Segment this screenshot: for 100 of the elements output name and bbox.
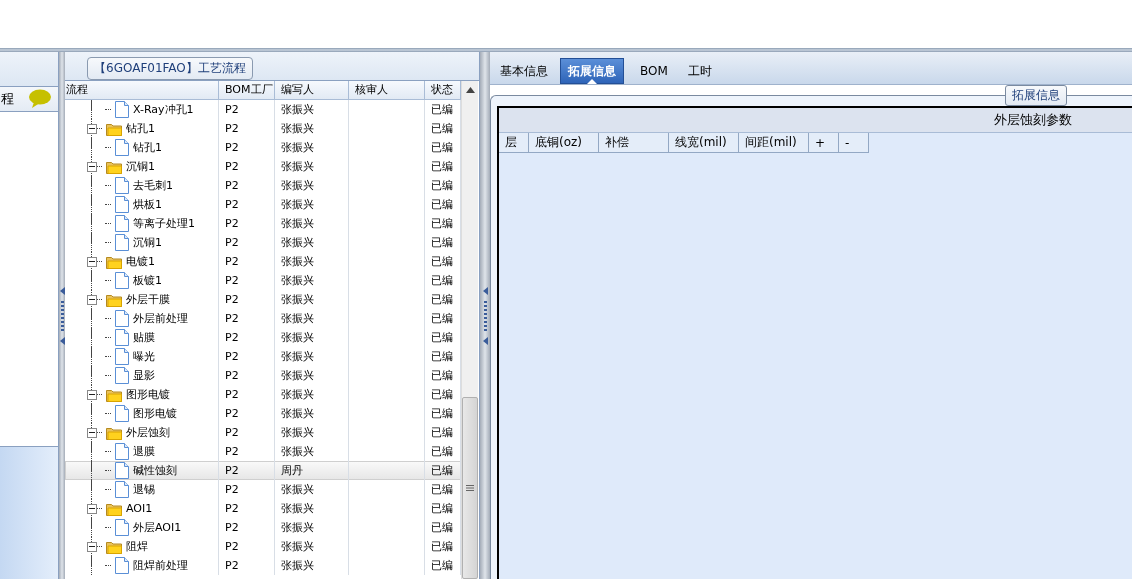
column-header[interactable]: 编写人 <box>275 81 349 99</box>
collapse-toggle[interactable] <box>87 256 97 267</box>
tree-item[interactable]: AOI1 <box>126 502 153 515</box>
collapse-toggle[interactable] <box>87 503 97 514</box>
tree-row[interactable]: 去毛刺1 P2 张振兴 已编 <box>65 176 461 195</box>
column-header[interactable]: BOM工厂 <box>219 81 275 99</box>
document-icon <box>115 177 129 194</box>
tree-item[interactable]: 碱性蚀刻 <box>133 463 177 478</box>
tree-item[interactable]: 沉铜1 <box>133 235 162 250</box>
table-cell-text: 已编 <box>430 482 453 497</box>
tree-item[interactable]: 退膜 <box>133 444 155 459</box>
collapse-toggle[interactable] <box>87 161 97 172</box>
table-cell-text: 已编 <box>430 235 453 250</box>
collapse-toggle[interactable] <box>87 389 97 400</box>
table-cell-text: 已编 <box>430 140 453 155</box>
tree-row[interactable]: 图形电镀 P2 张振兴 已编 <box>65 404 461 423</box>
column-header[interactable]: 补偿 <box>599 133 669 153</box>
tree-item[interactable]: 阻焊前处理 <box>133 558 188 573</box>
tree-row[interactable]: 碱性蚀刻 P2 周丹 已编 <box>65 461 461 480</box>
tree-item[interactable]: 退锡 <box>133 482 155 497</box>
collapse-toggle[interactable] <box>87 294 97 305</box>
tree-item[interactable]: 板镀1 <box>133 273 162 288</box>
tree-item[interactable]: 电镀1 <box>126 254 155 269</box>
tab[interactable]: BOM <box>632 58 676 84</box>
tree-row[interactable]: 钻孔1 P2 张振兴 已编 <box>65 119 461 138</box>
column-header[interactable]: - <box>839 133 869 153</box>
table-cell-text: 已编 <box>430 178 453 193</box>
tree-row[interactable]: 外层前处理 P2 张振兴 已编 <box>65 309 461 328</box>
table-cell-text: P2 <box>224 369 239 382</box>
collapse-toggle[interactable] <box>87 427 97 438</box>
tree-item[interactable]: 钻孔1 <box>133 140 162 155</box>
tree-item[interactable]: 外层AOI1 <box>133 520 182 535</box>
tree-row[interactable]: 外层蚀刻 P2 张振兴 已编 <box>65 423 461 442</box>
tree-item[interactable]: 外层前处理 <box>133 311 188 326</box>
splitter-bar[interactable] <box>59 52 65 579</box>
table-cell-text: 张振兴 <box>280 482 314 497</box>
tree-item[interactable]: 烘板1 <box>133 197 162 212</box>
tree-row[interactable]: 阻焊前处理 P2 张振兴 已编 <box>65 556 461 575</box>
scroll-up-icon[interactable] <box>465 87 475 93</box>
tab[interactable]: 拓展信息 <box>560 58 624 84</box>
tree-row[interactable]: 板镀1 P2 张振兴 已编 <box>65 271 461 290</box>
scrollbar-thumb[interactable] <box>462 397 478 579</box>
table-cell-text: 已编 <box>430 368 453 383</box>
column-header[interactable]: + <box>809 133 839 153</box>
tree-row[interactable]: 曝光 P2 张振兴 已编 <box>65 347 461 366</box>
folder-icon <box>106 254 122 269</box>
tab[interactable]: 基本信息 <box>492 58 556 84</box>
tree-item[interactable]: 钻孔1 <box>126 121 155 136</box>
tree-row[interactable]: 外层干膜 P2 张振兴 已编 <box>65 290 461 309</box>
tree-row[interactable]: 沉铜1 P2 张振兴 已编 <box>65 157 461 176</box>
tree-row[interactable]: 显影 P2 张振兴 已编 <box>65 366 461 385</box>
collapse-toggle[interactable] <box>87 541 97 552</box>
splitter-grip[interactable] <box>60 300 64 331</box>
tree-row[interactable]: 退锡 P2 张振兴 已编 <box>65 480 461 499</box>
tree-item[interactable]: 去毛刺1 <box>133 178 173 193</box>
tab[interactable]: 工时 <box>679 58 720 84</box>
column-header[interactable]: 核审人 <box>349 81 425 99</box>
tree-item[interactable]: 阻焊 <box>126 539 148 554</box>
column-header[interactable]: 流程 <box>65 81 219 99</box>
tree-row[interactable]: 电镀1 P2 张振兴 已编 <box>65 252 461 271</box>
tree-row[interactable]: 外层AOI1 P2 张振兴 已编 <box>65 518 461 537</box>
table-cell-text: 张振兴 <box>280 501 314 516</box>
tree-item[interactable]: 图形电镀 <box>133 406 177 421</box>
table-cell-text: 张振兴 <box>280 330 314 345</box>
tree-item[interactable]: 显影 <box>133 368 155 383</box>
table-cell-text: P2 <box>224 217 239 230</box>
tree-row[interactable]: 钻孔1 P2 张振兴 已编 <box>65 138 461 157</box>
column-header[interactable]: 层 <box>499 133 529 153</box>
table-cell-text: 已编 <box>430 444 453 459</box>
tree-item[interactable]: 图形电镀 <box>126 387 170 402</box>
document-icon <box>115 405 129 422</box>
tree-item[interactable]: 等离子处理1 <box>133 216 195 231</box>
tree-row[interactable]: 沉铜1 P2 张振兴 已编 <box>65 233 461 252</box>
column-header[interactable]: 底铜(oz) <box>529 133 599 153</box>
tree-item[interactable]: 外层干膜 <box>126 292 170 307</box>
tree-row[interactable]: 贴膜 P2 张振兴 已编 <box>65 328 461 347</box>
table-cell-text: 张振兴 <box>280 311 314 326</box>
table-cell-text: 张振兴 <box>280 444 314 459</box>
table-cell-text: 张振兴 <box>280 425 314 440</box>
tree-item[interactable]: 曝光 <box>133 349 155 364</box>
collapse-left-icon[interactable] <box>482 286 488 295</box>
tree-item[interactable]: 贴膜 <box>133 330 155 345</box>
column-header[interactable]: 线宽(mil) <box>669 133 739 153</box>
tree-item[interactable]: 外层蚀刻 <box>126 425 170 440</box>
tree-row[interactable]: 图形电镀 P2 张振兴 已编 <box>65 385 461 404</box>
collapse-toggle[interactable] <box>87 123 97 134</box>
collapse-left-icon[interactable] <box>482 336 488 345</box>
tree-row[interactable]: 等离子处理1 P2 张振兴 已编 <box>65 214 461 233</box>
tree-row[interactable]: 烘板1 P2 张振兴 已编 <box>65 195 461 214</box>
tree-row[interactable]: AOI1 P2 张振兴 已编 <box>65 499 461 518</box>
column-header[interactable]: 间距(mil) <box>739 133 809 153</box>
tree-row[interactable]: 阻焊 P2 张振兴 已编 <box>65 537 461 556</box>
document-icon <box>115 367 129 384</box>
table-cell-text: 已编 <box>430 216 453 231</box>
tree-item[interactable]: 沉铜1 <box>126 159 155 174</box>
splitter-grip[interactable] <box>483 300 487 331</box>
tree-row[interactable]: X-Ray冲孔1 P2 张振兴 已编 <box>65 100 461 119</box>
scrollbar[interactable] <box>461 81 478 579</box>
table-cell-text: 已编 <box>430 330 453 345</box>
tree-item[interactable]: X-Ray冲孔1 <box>133 102 194 117</box>
